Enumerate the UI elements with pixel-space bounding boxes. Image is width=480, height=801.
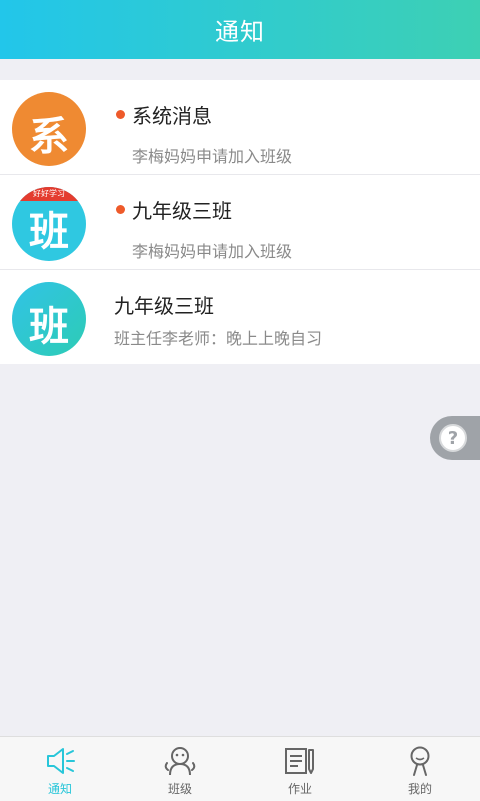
class-people-icon: [164, 747, 196, 776]
class-avatar: 班: [12, 282, 86, 356]
notification-subtitle: 班主任李老师：晚上上晚自习: [114, 329, 323, 348]
page-title: 通知: [215, 18, 265, 46]
tab-label: 班级: [167, 782, 192, 796]
profile-icon: [410, 746, 430, 776]
unread-dot: [116, 110, 125, 119]
bottom-tab-bar: 通知 班级 作业 我的: [0, 736, 480, 801]
avatar-char: 班: [29, 208, 69, 255]
notification-list: 系 系统消息 李梅妈妈申请加入班级 好好学习 班 九年级三班 李梅妈妈申请加入班…: [0, 80, 480, 364]
speaker-icon: [47, 748, 75, 774]
tab-homework[interactable]: 作业: [240, 737, 360, 801]
notification-title: 九年级三班: [114, 294, 214, 318]
notification-subtitle: 李梅妈妈申请加入班级: [132, 242, 293, 261]
question-icon: ?: [439, 424, 467, 452]
tab-class[interactable]: 班级: [120, 737, 240, 801]
avatar-char: 班: [29, 303, 69, 350]
unread-dot: [116, 205, 125, 214]
help-symbol: ?: [447, 427, 459, 449]
notification-title: 系统消息: [132, 104, 212, 128]
tab-label: 作业: [287, 782, 312, 796]
tab-label: 我的: [407, 782, 432, 796]
tab-me[interactable]: 我的: [360, 737, 480, 801]
help-button[interactable]: ?: [430, 416, 480, 460]
notification-subtitle: 李梅妈妈申请加入班级: [132, 147, 293, 166]
homework-icon: [285, 748, 314, 774]
notification-item-class-message[interactable]: 班 九年级三班 班主任李老师：晚上上晚自习: [0, 270, 480, 364]
class-avatar: 好好学习 班: [12, 187, 86, 261]
system-avatar: 系: [12, 92, 86, 166]
notification-item-class-request[interactable]: 好好学习 班 九年级三班 李梅妈妈申请加入班级: [0, 175, 480, 270]
tab-notifications[interactable]: 通知: [0, 737, 120, 801]
notification-title: 九年级三班: [132, 199, 232, 223]
app-header: 通知: [0, 0, 480, 59]
tab-label: 通知: [47, 782, 72, 796]
avatar-char: 系: [29, 113, 69, 160]
notification-item-system[interactable]: 系 系统消息 李梅妈妈申请加入班级: [0, 80, 480, 175]
